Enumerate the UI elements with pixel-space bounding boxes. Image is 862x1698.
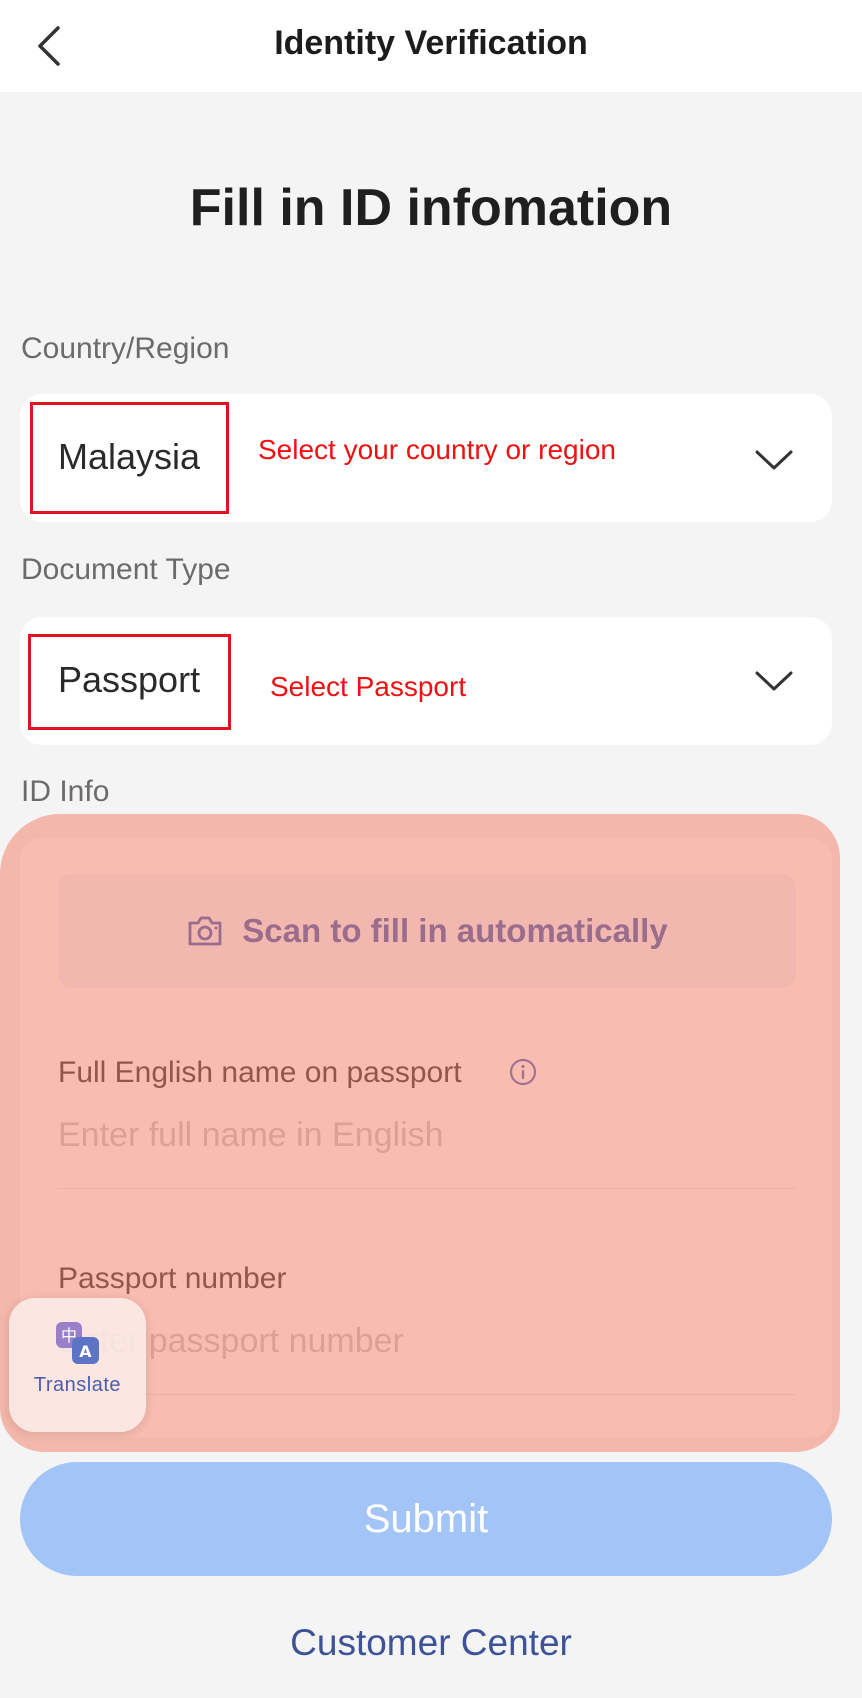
- id-info-label: ID Info: [21, 775, 110, 808]
- header-bar: Identity Verification: [0, 0, 862, 92]
- country-region-label: Country/Region: [21, 332, 230, 365]
- info-icon[interactable]: [509, 1058, 537, 1086]
- page-title: Fill in ID infomation: [189, 179, 673, 237]
- scan-to-fill-button[interactable]: Scan to fill in automatically: [58, 874, 796, 988]
- passport-number-input[interactable]: [58, 1315, 796, 1367]
- document-type-label: Document Type: [21, 553, 231, 586]
- translate-label: Translate: [33, 1374, 122, 1396]
- passport-number-label: Passport number: [58, 1262, 287, 1295]
- country-annotation: Select your country or region: [258, 434, 616, 465]
- full-name-divider: [58, 1188, 796, 1189]
- chevron-down-icon: [755, 450, 793, 470]
- submit-button[interactable]: Submit: [20, 1462, 832, 1576]
- country-highlight-box: [30, 402, 229, 514]
- header-title: Identity Verification: [274, 24, 588, 62]
- document-highlight-box: [28, 634, 231, 730]
- document-annotation: Select Passport: [270, 671, 467, 702]
- translate-icon: 中 A: [55, 1322, 99, 1364]
- passport-number-divider: [58, 1394, 796, 1395]
- camera-icon: [188, 916, 222, 946]
- svg-text:A: A: [79, 1342, 92, 1361]
- chevron-down-icon: [755, 671, 793, 691]
- scan-label: Scan to fill in automatically: [242, 912, 668, 949]
- full-name-label: Full English name on passport: [58, 1056, 462, 1089]
- full-name-input[interactable]: [58, 1109, 796, 1161]
- customer-center-link[interactable]: Customer Center: [0, 1622, 862, 1664]
- translate-widget[interactable]: 中 A Translate: [9, 1298, 146, 1432]
